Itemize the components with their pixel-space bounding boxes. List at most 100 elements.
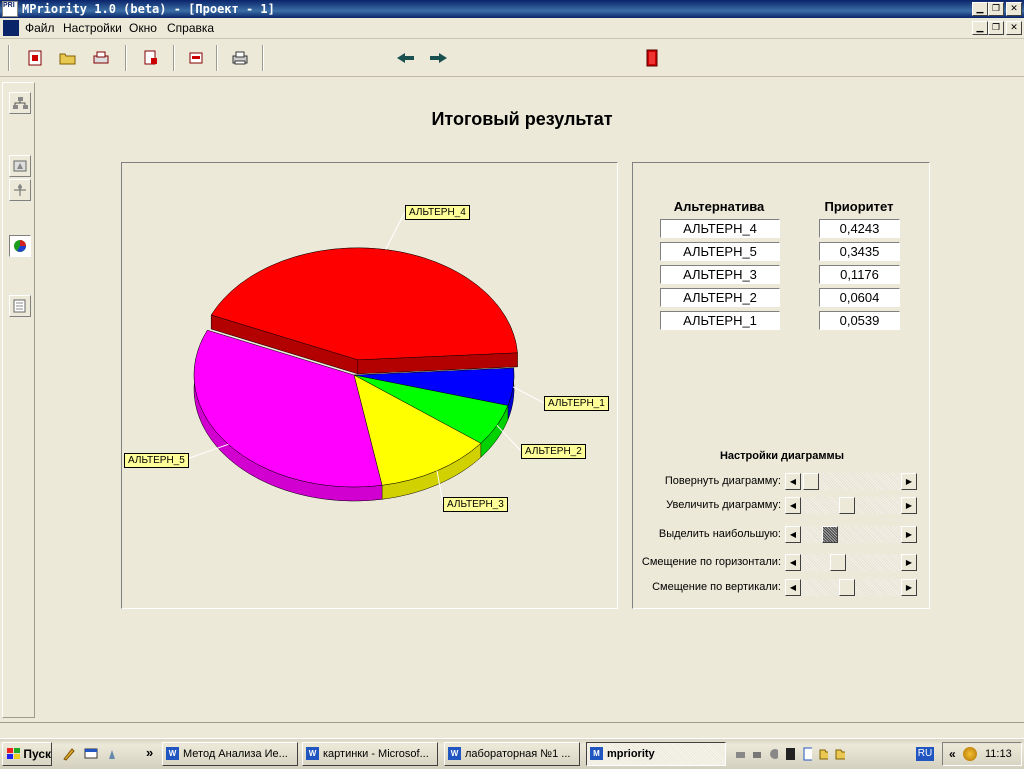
leader-line [385, 211, 406, 250]
slider-thumb[interactable] [822, 526, 838, 543]
windows-logo-icon [7, 748, 20, 759]
scroll-left-button[interactable]: ◀ [785, 579, 801, 596]
sun-tray-icon[interactable] [963, 747, 977, 761]
word-icon: W [166, 747, 179, 760]
slider-thumb[interactable] [839, 497, 855, 514]
taskbar-button[interactable]: W Метод Анализа Ие... [162, 742, 298, 766]
scroll-left-button[interactable]: ◀ [785, 526, 801, 543]
new-file-icon[interactable] [25, 48, 45, 68]
exit-door-icon[interactable] [642, 48, 662, 68]
menu-window[interactable]: Окно [129, 21, 157, 35]
word-icon: W [306, 747, 319, 760]
print-preview-icon[interactable] [91, 48, 111, 68]
scroll-left-button[interactable]: ◀ [785, 497, 801, 514]
hand-edit-icon[interactable] [9, 155, 31, 177]
taskbar-button[interactable]: Mmpriority [586, 742, 726, 766]
document-tray-icon[interactable] [802, 747, 812, 761]
leader-line [496, 424, 522, 452]
pie-chart: АЛЬТЕРН_4 АЛЬТЕРН_1 АЛЬТЕРН_2 АЛЬТЕРН_3 АЛЬТ… [124, 205, 609, 512]
slider-label: Смещение по горизонтали: [641, 556, 781, 568]
chart-panel: АЛЬТЕРН_4 АЛЬТЕРН_1 АЛЬТЕРН_2 АЛЬТЕРН_3 АЛЬТ… [121, 162, 618, 609]
scroll-right-button[interactable]: ▶ [901, 473, 917, 490]
alternative-column-header: Альтернатива [673, 199, 765, 214]
start-button[interactable]: Пуск [2, 742, 52, 766]
folder-tray-icon[interactable] [819, 747, 829, 761]
leader-line [512, 386, 545, 404]
menu-settings[interactable]: Настройки [63, 21, 122, 35]
slider-label: Повернуть диаграмму: [664, 475, 781, 487]
minimize-button[interactable]: ▁ [972, 2, 988, 16]
priority-cell: 0,4243 [819, 219, 900, 238]
taskbar: Пуск » W Метод Анализа Ие... Wкартинки - M… [0, 738, 1024, 769]
report-table-icon[interactable] [9, 295, 31, 317]
clock-tray-icon[interactable] [785, 747, 795, 761]
child-close-button[interactable]: ✕ [1006, 21, 1022, 35]
alternative-cell: АЛЬТЕРН_3 [660, 265, 780, 284]
quicklaunch-media-icon[interactable] [106, 747, 120, 761]
setting-slider[interactable]: ◀ ▶ [785, 473, 917, 490]
restore-button[interactable]: ❐ [988, 2, 1004, 16]
word-icon: W [448, 747, 461, 760]
taskbar-button-label: картинки - Microsof... [323, 748, 429, 760]
setting-slider[interactable]: ◀ ▶ [785, 497, 917, 514]
slider-label: Выделить наибольшую: [658, 528, 781, 540]
tray-expand-icon[interactable]: « [949, 747, 956, 761]
slider-thumb[interactable] [839, 579, 855, 596]
setting-slider[interactable]: ◀ ▶ [785, 554, 917, 571]
setting-slider[interactable]: ◀ ▶ [785, 579, 917, 596]
app-icon: PRI [2, 1, 18, 17]
setting-slider[interactable]: ◀ ▶ [785, 526, 917, 543]
alternative-cell: АЛЬТЕРН_4 [660, 219, 780, 238]
hierarchy-icon[interactable] [9, 92, 31, 114]
slice-label: АЛЬТЕРН_3 [443, 497, 508, 512]
folder-tray-icon[interactable] [835, 747, 846, 761]
scroll-right-button[interactable]: ▶ [901, 579, 917, 596]
open-folder-icon[interactable] [58, 48, 78, 68]
slider-label: Смещение по вертикали: [652, 581, 781, 593]
scroll-right-button[interactable]: ▶ [901, 554, 917, 571]
child-restore-button[interactable]: ❐ [988, 21, 1004, 35]
scroll-right-button[interactable]: ▶ [901, 497, 917, 514]
menu-help[interactable]: Справка [167, 21, 214, 35]
document-icon[interactable] [141, 48, 161, 68]
quicklaunch-edit-icon[interactable] [62, 747, 76, 761]
left-tool-panel [2, 82, 35, 718]
speaker-icon[interactable] [768, 747, 779, 761]
taskbar-button[interactable]: Wкартинки - Microsof... [302, 742, 438, 766]
alternative-cell: АЛЬТЕРН_1 [660, 311, 780, 330]
language-indicator[interactable]: RU [916, 747, 934, 761]
printer-icon[interactable] [230, 48, 250, 68]
slice-label: АЛЬТЕРН_4 [405, 205, 470, 220]
scroll-right-button[interactable]: ▶ [901, 526, 917, 543]
network-icon[interactable] [752, 747, 762, 761]
menu-bar: Файл Настройки Окно Справка ▁ ❐ ✕ [0, 18, 1024, 39]
child-minimize-button[interactable]: ▁ [972, 21, 988, 35]
slider-thumb[interactable] [803, 473, 819, 490]
priority-cell: 0,3435 [819, 242, 900, 261]
pie-chart-icon[interactable] [9, 235, 31, 257]
title-bar[interactable]: PRI MPriority 1.0 (beta) - [Проект - 1] … [0, 0, 1024, 18]
forward-arrow-icon[interactable] [428, 48, 448, 68]
tree-compare-icon[interactable] [9, 179, 31, 201]
chart-settings-title: Настройки диаграммы [719, 450, 845, 462]
menu-file[interactable]: Файл [25, 21, 55, 35]
quicklaunch-desktop-icon[interactable] [84, 747, 98, 761]
network-icon[interactable] [735, 747, 745, 761]
taskbar-button-label: Метод Анализа Ие... [183, 748, 288, 760]
app-icon: M [590, 747, 603, 760]
start-label: Пуск [23, 747, 51, 761]
clock[interactable]: 11:13 [985, 748, 1012, 760]
export-icon[interactable] [186, 48, 206, 68]
close-button[interactable]: ✕ [1006, 2, 1022, 16]
scroll-left-button[interactable]: ◀ [785, 554, 801, 571]
slider-thumb[interactable] [830, 554, 846, 571]
slice-label: АЛЬТЕРН_5 [124, 453, 189, 468]
mdi-child-icon[interactable] [3, 20, 19, 36]
slider-label: Увеличить диаграмму: [666, 499, 781, 511]
status-bar [0, 722, 1024, 738]
taskbar-button[interactable]: Wлабораторная №1 ... [444, 742, 580, 766]
scroll-left-button[interactable]: ◀ [785, 473, 801, 490]
back-arrow-icon[interactable] [396, 48, 416, 68]
slice-label: АЛЬТЕРН_1 [544, 396, 609, 411]
quicklaunch-more-icon[interactable]: » [146, 745, 153, 760]
